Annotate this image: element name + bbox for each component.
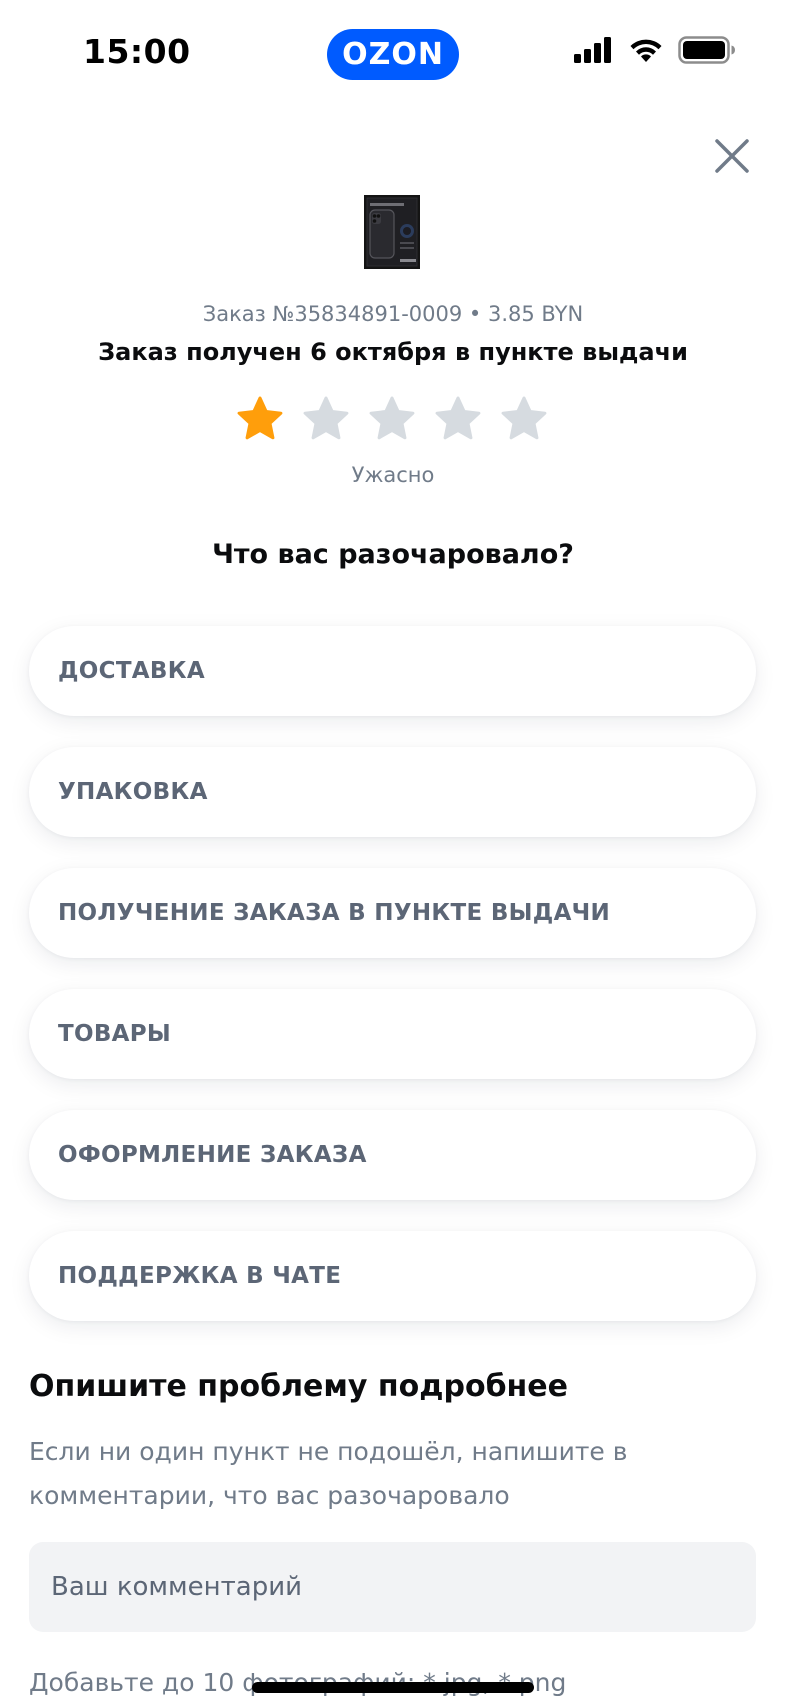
- battery-icon: [678, 36, 735, 64]
- status-bar: 15:00 OZON: [0, 0, 786, 100]
- wifi-icon: [630, 39, 662, 62]
- brand-logo: OZON: [327, 29, 459, 80]
- signal-icon: [574, 37, 611, 63]
- product-thumbnail: [364, 195, 420, 269]
- disappointment-options: ДОСТАВКА УПАКОВКА ПОЛУЧЕНИЕ ЗАКАЗА В ПУН…: [29, 626, 756, 1352]
- order-number-price: Заказ №35834891-0009 • 3.85 BYN: [202, 302, 584, 326]
- option-checkout[interactable]: ОФОРМЛЕНИЕ ЗАКАЗА: [29, 1110, 756, 1200]
- rating-label: Ужасно: [351, 463, 435, 487]
- star-icon-2[interactable]: [303, 396, 349, 442]
- status-icons: [574, 36, 736, 64]
- star-icon-1[interactable]: [237, 396, 283, 442]
- describe-hint: Если ни один пункт не подошёл, напишите …: [29, 1437, 628, 1510]
- star-icon-4[interactable]: [435, 396, 481, 442]
- option-delivery[interactable]: ДОСТАВКА: [29, 626, 756, 716]
- option-products[interactable]: ТОВАРЫ: [29, 989, 756, 1079]
- star-icon-5[interactable]: [501, 396, 547, 442]
- question-heading: Что вас разочаровало?: [212, 539, 574, 570]
- close-button[interactable]: [710, 134, 754, 178]
- close-icon: [715, 139, 749, 173]
- option-pickup-point[interactable]: ПОЛУЧЕНИЕ ЗАКАЗА В ПУНКТЕ ВЫДАЧИ: [29, 868, 756, 958]
- star-icon-3[interactable]: [369, 396, 415, 442]
- order-status: Заказ получен 6 октября в пункте выдачи: [98, 338, 688, 366]
- home-indicator: [252, 1682, 534, 1693]
- comment-input[interactable]: [29, 1542, 756, 1632]
- describe-title: Опишите проблему подробнее: [29, 1369, 568, 1404]
- option-packaging[interactable]: УПАКОВКА: [29, 747, 756, 837]
- option-chat-support[interactable]: ПОДДЕРЖКА В ЧАТЕ: [29, 1231, 756, 1321]
- rating-stars: [237, 396, 547, 442]
- status-time: 15:00: [83, 32, 191, 71]
